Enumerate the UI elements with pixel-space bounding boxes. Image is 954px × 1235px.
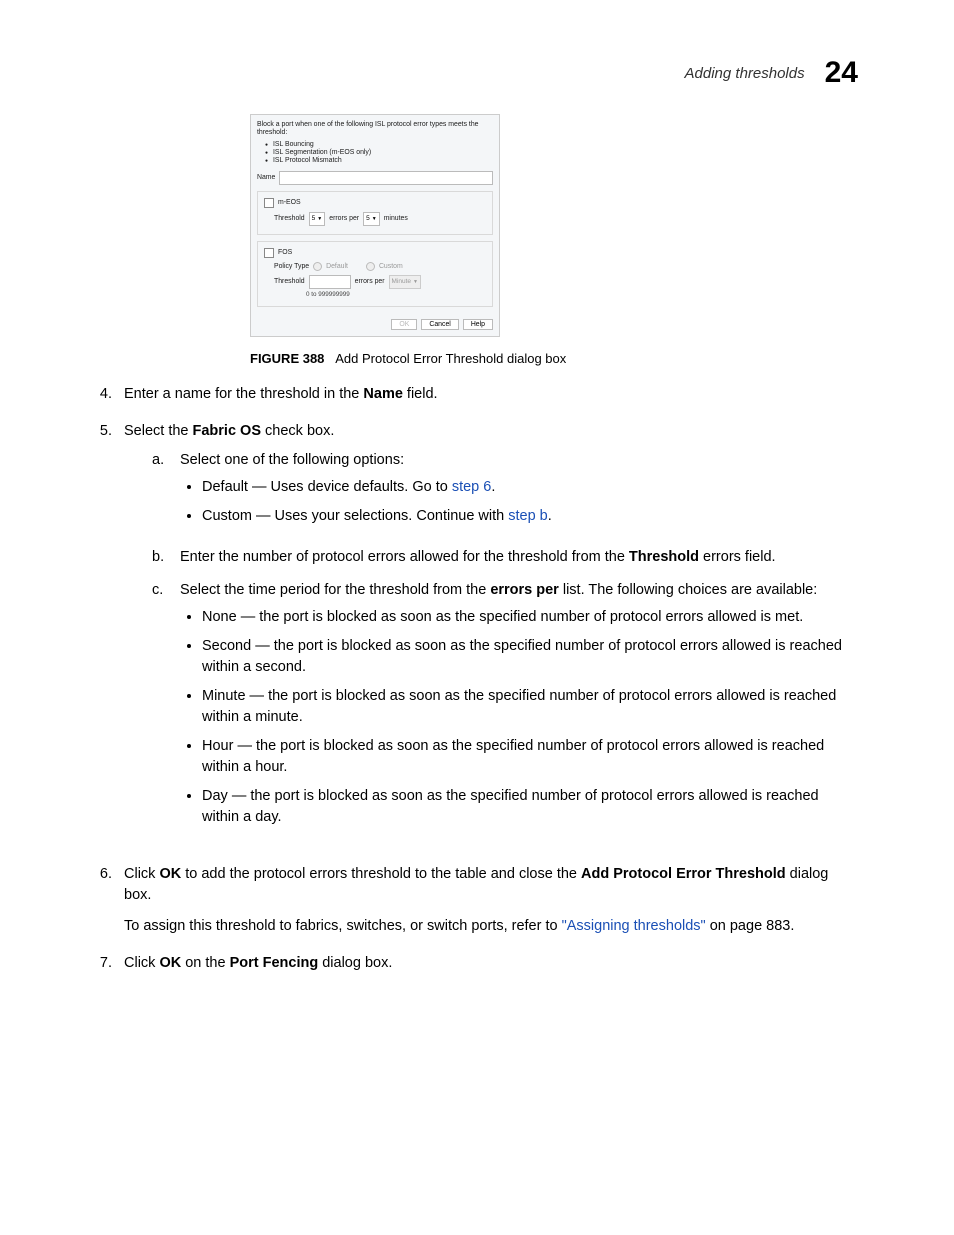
page-header: Adding thresholds 24	[96, 56, 858, 90]
intro-item: ISL Segmentation (m-EOS only)	[265, 149, 493, 157]
default-radio-label: Default	[326, 263, 348, 270]
ok-button[interactable]: OK	[391, 319, 417, 330]
meos-label: m-EOS	[278, 199, 301, 206]
step-content: Enter a name for the threshold in the Na…	[124, 384, 858, 405]
chevron-down-icon: ▼	[372, 216, 377, 222]
figure-caption-text: Add Protocol Error Threshold dialog box	[335, 351, 566, 366]
fos-checkbox[interactable]	[264, 248, 274, 258]
name-input[interactable]	[279, 171, 493, 185]
cancel-button[interactable]: Cancel	[421, 319, 458, 330]
step-content: Click OK to add the protocol errors thre…	[124, 864, 858, 937]
name-row: Name	[257, 171, 493, 185]
step5-substeps: a. Select one of the following options: …	[152, 450, 858, 836]
figure-number: FIGURE 388	[250, 351, 324, 366]
figure-caption: FIGURE 388 Add Protocol Error Threshold …	[250, 351, 858, 366]
add-protocol-error-threshold-dialog: Block a port when one of the following I…	[250, 114, 500, 337]
help-button[interactable]: Help	[463, 319, 493, 330]
step-5: 5. Select the Fabric OS check box. a. Se…	[96, 421, 858, 848]
section-title: Adding thresholds	[685, 65, 805, 82]
options-list: Default — Uses device defaults. Go to st…	[180, 477, 858, 527]
list-item: Hour — the port is blocked as soon as th…	[202, 736, 858, 778]
step-6: 6. Click OK to add the protocol errors t…	[96, 864, 858, 937]
step-number: 5.	[96, 421, 112, 442]
chevron-down-icon: ▼	[413, 279, 418, 285]
fos-period-select[interactable]: Minute▼	[389, 275, 421, 289]
fos-label: FOS	[278, 249, 292, 256]
chevron-down-icon: ▼	[317, 216, 322, 222]
option-item: Custom — Uses your selections. Continue …	[202, 506, 858, 527]
meos-threshold-label: Threshold	[274, 215, 305, 222]
substep-content: Select the time period for the threshold…	[180, 580, 858, 836]
fos-range-hint: 0 to 999999999	[306, 291, 486, 298]
fos-errors-per-label: errors per	[355, 278, 385, 285]
substep-letter: c.	[152, 580, 168, 601]
fos-threshold-label: Threshold	[274, 278, 305, 285]
meos-unit-label: minutes	[384, 215, 408, 222]
list-item: Day — the port is blocked as soon as the…	[202, 786, 858, 828]
name-label: Name	[257, 174, 275, 181]
chapter-number: 24	[825, 56, 858, 90]
dialog-intro-text: Block a port when one of the following I…	[257, 121, 493, 137]
intro-item: ISL Protocol Mismatch	[265, 157, 493, 165]
option-item: Default — Uses device defaults. Go to st…	[202, 477, 858, 498]
custom-radio-label: Custom	[379, 263, 403, 270]
substep-letter: b.	[152, 547, 168, 568]
default-radio[interactable]	[313, 262, 322, 271]
substep-letter: a.	[152, 450, 168, 471]
step-number: 6.	[96, 864, 112, 885]
step-5a: a. Select one of the following options: …	[152, 450, 858, 535]
steps-list: 4. Enter a name for the threshold in the…	[96, 384, 858, 974]
link-assigning-thresholds[interactable]: "Assigning thresholds"	[562, 918, 706, 934]
step-content: Select the Fabric OS check box. a. Selec…	[124, 421, 858, 848]
meos-checkbox[interactable]	[264, 198, 274, 208]
step-5c: c. Select the time period for the thresh…	[152, 580, 858, 836]
step-5b: b. Enter the number of protocol errors a…	[152, 547, 858, 568]
step-content: Click OK on the Port Fencing dialog box.	[124, 953, 858, 974]
document-page: { "header": { "section_title": "Adding t…	[0, 0, 954, 1235]
list-item: Second — the port is blocked as soon as …	[202, 636, 858, 678]
time-period-list: None — the port is blocked as soon as th…	[180, 607, 858, 828]
meos-threshold-select[interactable]: 5▼	[309, 212, 326, 226]
substep-content: Enter the number of protocol errors allo…	[180, 547, 858, 568]
step-4: 4. Enter a name for the threshold in the…	[96, 384, 858, 405]
fos-threshold-input[interactable]	[309, 275, 351, 289]
meos-errors-per-label: errors per	[329, 215, 359, 222]
step-7: 7. Click OK on the Port Fencing dialog b…	[96, 953, 858, 974]
custom-radio[interactable]	[366, 262, 375, 271]
meos-group: m-EOS Threshold 5▼ errors per 5▼ minutes	[257, 191, 493, 235]
step-number: 4.	[96, 384, 112, 405]
policy-type-label: Policy Type	[274, 263, 309, 270]
step6-para2: To assign this threshold to fabrics, swi…	[124, 916, 858, 937]
link-step-6[interactable]: step 6	[452, 479, 492, 495]
meos-period-select[interactable]: 5▼	[363, 212, 380, 226]
intro-item: ISL Bouncing	[265, 141, 493, 149]
list-item: None — the port is blocked as soon as th…	[202, 607, 858, 628]
link-step-b[interactable]: step b	[508, 508, 548, 524]
dialog-intro-list: ISL Bouncing ISL Segmentation (m-EOS onl…	[265, 141, 493, 165]
step-number: 7.	[96, 953, 112, 974]
substep-content: Select one of the following options: Def…	[180, 450, 858, 535]
fos-group: FOS Policy Type Default Custom Threshold…	[257, 241, 493, 307]
dialog-button-row: OK Cancel Help	[251, 313, 499, 336]
list-item: Minute — the port is blocked as soon as …	[202, 686, 858, 728]
